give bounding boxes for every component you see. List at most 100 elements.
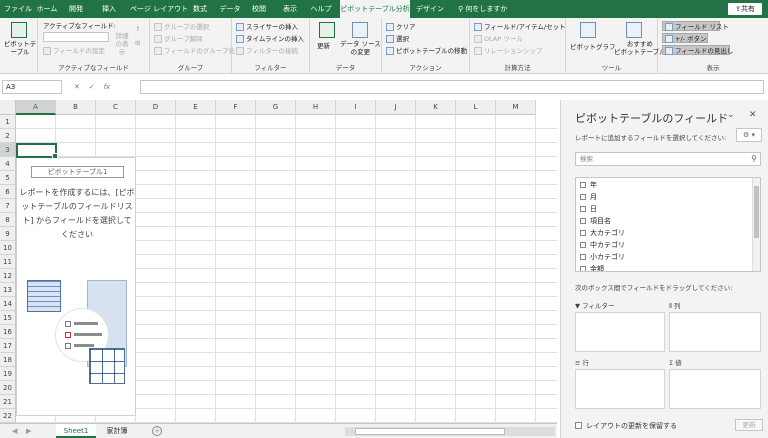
row-header[interactable]: 7 [0,199,16,213]
field-checkbox[interactable] [580,242,586,248]
field-item[interactable]: 日 [580,204,597,215]
cancel-icon[interactable]: ✕ [74,83,80,91]
update-button[interactable]: 更新 [735,419,763,431]
group-selection-button[interactable]: グループの選択 [154,22,209,32]
field-checkbox[interactable] [580,182,586,188]
row-header[interactable]: 4 [0,157,16,171]
prev-sheet-icon[interactable]: ◀ [12,424,17,438]
row-header[interactable]: 10 [0,241,16,255]
field-item[interactable]: 月 [580,192,597,203]
column-header[interactable]: F [216,100,256,115]
enter-icon[interactable]: ✓ [89,83,95,91]
row-header[interactable]: 21 [0,395,16,409]
relationships-button[interactable]: リレーションシップ [474,46,542,56]
pivot-chart-button[interactable]: ピボットグラフ [570,42,616,52]
field-item[interactable]: 項目名 [580,216,611,227]
insert-slicer-button[interactable]: スライサーの挿入 [236,22,298,32]
share-button[interactable]: ⇪共有 [728,3,762,15]
worksheet-grid[interactable]: A B C D E F G H I J K L M 1 2 3 4 5 6 7 8 9 10 11 12 13 14 15 16 17 18… [0,100,557,423]
column-header[interactable]: J [376,100,416,115]
field-checkbox[interactable] [580,218,586,224]
tell-me-search[interactable]: ⚲ 何をしますか [458,0,507,18]
column-header[interactable]: D [136,100,176,115]
field-list-scroll-thumb[interactable] [754,186,759,238]
rows-zone[interactable] [575,369,665,409]
row-header[interactable]: 3 [0,143,16,157]
field-checkbox[interactable] [580,194,586,200]
column-header[interactable]: M [496,100,536,115]
field-checkbox[interactable] [580,266,586,271]
row-header[interactable]: 2 [0,129,16,143]
row-header[interactable]: 8 [0,213,16,227]
field-item[interactable]: 中カテゴリ [580,240,625,251]
row-header[interactable]: 9 [0,227,16,241]
horizontal-scroll-thumb[interactable] [355,428,505,435]
add-sheet-button[interactable]: + [152,426,162,436]
buttons-toggle[interactable]: +/- ボタン [662,33,708,43]
column-header[interactable]: G [256,100,296,115]
olap-tools-button[interactable]: OLAP ツール [474,34,523,44]
fields-items-button[interactable]: フィールド/アイテム/セット [474,22,566,32]
active-cell-a3[interactable] [16,143,58,159]
tab-pivot-analyze[interactable]: ピボットテーブル分析 [340,0,410,18]
tab-home[interactable]: ホーム [36,0,58,18]
column-header[interactable]: L [456,100,496,115]
horizontal-scrollbar[interactable] [345,427,555,436]
tab-developer[interactable]: 開発 [68,0,84,18]
filter-zone[interactable] [575,312,665,352]
row-header[interactable]: 22 [0,409,16,423]
select-button[interactable]: 選択 [386,34,409,44]
next-sheet-icon[interactable]: ▶ [26,424,31,438]
field-settings-button[interactable]: フィールドの設定 [43,46,105,56]
column-header[interactable]: B [56,100,96,115]
row-header[interactable]: 20 [0,381,16,395]
field-headers-toggle[interactable]: フィールドの見出し [662,45,733,55]
tab-page-layout[interactable]: ページ レイアウト [130,0,188,18]
columns-zone[interactable] [669,312,761,352]
row-header[interactable]: 11 [0,255,16,269]
field-item[interactable]: 年 [580,180,597,191]
name-box[interactable]: A3 [2,80,62,94]
tab-insert[interactable]: 挿入 [98,0,120,18]
select-all-corner[interactable] [0,100,16,115]
tab-design[interactable]: デザイン [414,0,446,18]
field-list-toggle[interactable]: フィールド リスト [662,21,729,31]
insert-function-icon[interactable]: fx [104,83,111,91]
tab-data[interactable]: データ [218,0,242,18]
row-header[interactable]: 1 [0,115,16,129]
tab-help[interactable]: ヘルプ [310,0,332,18]
column-header[interactable]: I [336,100,376,115]
field-checkbox[interactable] [580,206,586,212]
ungroup-button[interactable]: グループ解除 [154,34,203,44]
sheet-tab-sheet1[interactable]: Sheet1 [56,424,96,438]
tab-review[interactable]: 校閲 [250,0,268,18]
refresh-button[interactable]: 更新 [317,41,330,51]
pane-options-icon[interactable]: ⌄ [727,110,735,120]
field-item[interactable]: 金額 [580,264,604,271]
clear-button[interactable]: クリア [386,22,416,32]
change-source-button[interactable]: データ ソース の変更 [340,40,381,56]
row-header[interactable]: 15 [0,311,16,325]
column-header[interactable]: E [176,100,216,115]
field-item[interactable]: 大カテゴリ [580,228,625,239]
group-field-button[interactable]: フィールドのグループ化 [154,46,235,56]
row-header[interactable]: 19 [0,367,16,381]
insert-timeline-button[interactable]: タイムラインの挿入 [236,34,304,44]
row-header[interactable]: 16 [0,325,16,339]
row-header[interactable]: 6 [0,185,16,199]
values-zone[interactable] [669,369,761,409]
column-header[interactable]: C [96,100,136,115]
tools-gear-button[interactable]: ⚙ ▾ [736,128,762,142]
pane-close-icon[interactable]: ✕ [749,110,757,120]
sheet-tab-kakeibo[interactable]: 家計簿 [100,424,134,438]
drill-down-button[interactable]: 詳細の表示 [113,32,131,56]
column-header[interactable]: K [416,100,456,115]
tab-formulas[interactable]: 数式 [190,0,210,18]
defer-layout-checkbox[interactable]: レイアウトの更新を保留する [575,421,677,431]
formula-input[interactable] [140,80,764,94]
field-list-scrollbar[interactable] [752,178,760,271]
tab-view[interactable]: 表示 [280,0,300,18]
defer-checkbox-box[interactable] [575,422,582,429]
column-header[interactable]: H [296,100,336,115]
active-field-input[interactable] [43,32,109,42]
